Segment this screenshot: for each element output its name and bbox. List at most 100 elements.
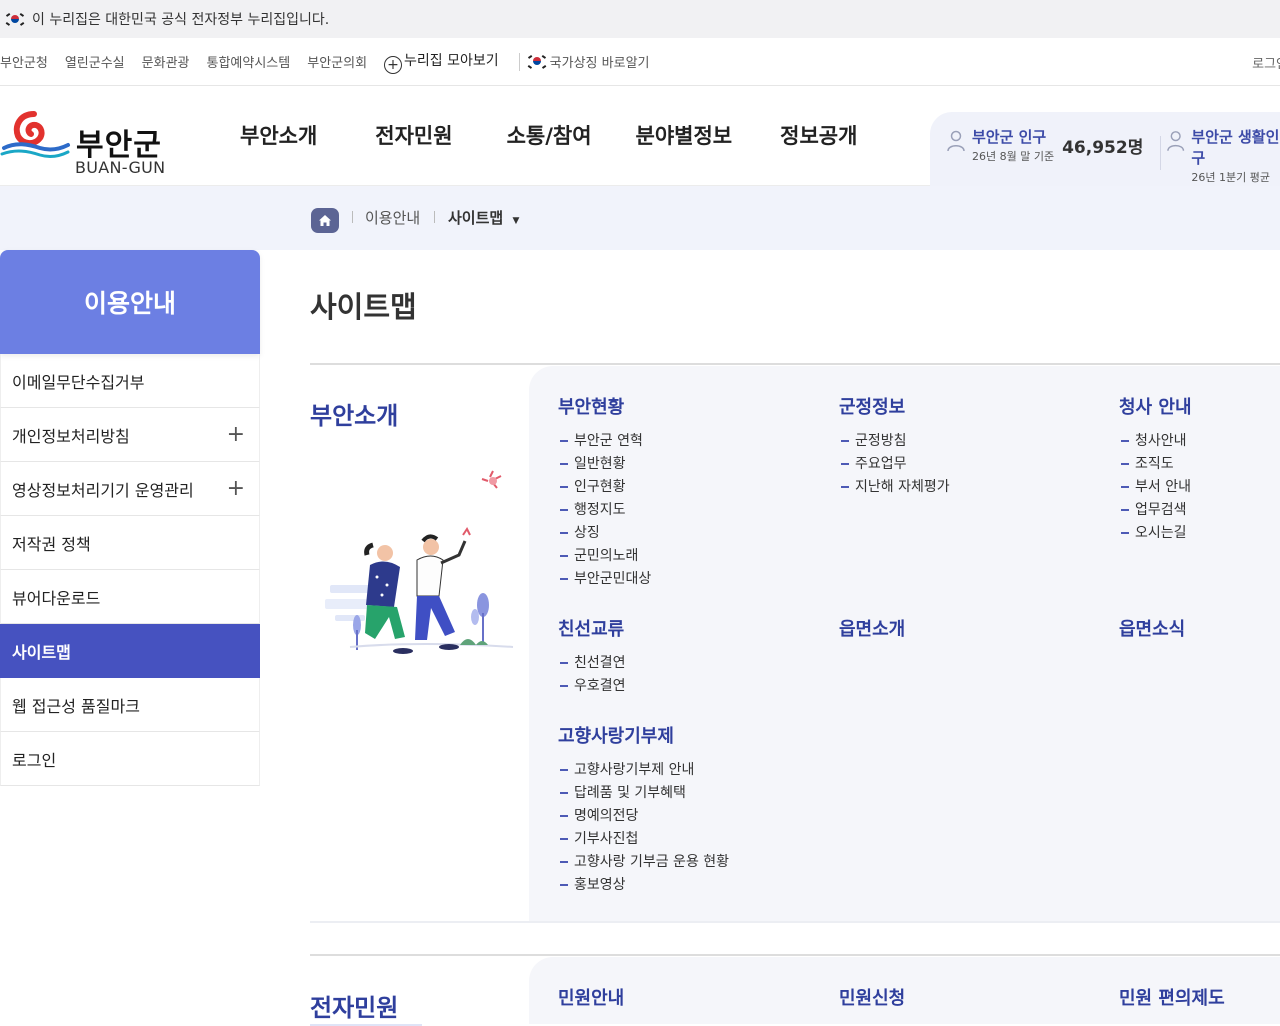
sidebar-item-viewer-download[interactable]: 뷰어다운로드 <box>0 570 260 624</box>
list-item[interactable]: 인구현황 <box>560 474 651 497</box>
list-item[interactable]: 부안군 연혁 <box>560 428 651 451</box>
list-item[interactable]: 부안군민대상 <box>560 566 651 589</box>
list-item[interactable]: 명예의전당 <box>560 803 729 826</box>
group-title-town-news[interactable]: 읍면소식 <box>1119 615 1185 641</box>
dash-bullet-icon <box>560 509 568 511</box>
util-link-reservation[interactable]: 통합예약시스템 <box>207 52 291 71</box>
dash-bullet-icon <box>560 685 568 687</box>
home-button[interactable] <box>311 208 339 233</box>
nuri-collection-label: 누리집 모아보기 <box>404 52 499 69</box>
section-label-text: 전자민원 <box>310 994 399 1022</box>
dash-bullet-icon <box>1121 463 1129 465</box>
dash-bullet-icon <box>560 486 568 488</box>
group-title-friendship[interactable]: 친선교류 <box>558 615 624 641</box>
divider <box>434 211 435 223</box>
list-item[interactable]: 상징 <box>560 520 651 543</box>
dash-bullet-icon <box>560 662 568 664</box>
list-item[interactable]: 업무검색 <box>1121 497 1191 520</box>
person-icon <box>947 130 965 152</box>
sidebar-item-privacy-policy[interactable]: 개인정보처리방침 + <box>0 408 260 462</box>
login-link[interactable]: 로그인 <box>1252 53 1280 72</box>
caret-down-icon: ▼ <box>512 216 520 226</box>
dash-bullet-icon <box>841 463 849 465</box>
group-title-county-info[interactable]: 군정정보 <box>839 393 905 419</box>
korea-flag-icon <box>527 54 546 69</box>
sidebar-item-label: 뷰어다운로드 <box>12 588 101 608</box>
breadcrumb-usage-guide[interactable]: 이용안내 <box>365 207 420 228</box>
sidebar-item-email-refusal[interactable]: 이메일무단수집거부 <box>0 354 260 408</box>
dash-bullet-icon <box>560 815 568 817</box>
list-item-label: 부안군민대상 <box>574 570 652 587</box>
breadcrumb-band <box>0 186 1280 250</box>
nav-participation[interactable]: 소통/참여 <box>507 120 592 150</box>
dash-bullet-icon <box>1121 509 1129 511</box>
util-link-tourism[interactable]: 문화관광 <box>142 52 190 71</box>
list-item-label: 청사안내 <box>1135 432 1187 449</box>
sidebar-item-label: 사이트맵 <box>12 642 71 662</box>
list-item[interactable]: 일반현황 <box>560 451 651 474</box>
list-item[interactable]: 우호결연 <box>560 673 626 696</box>
list-item[interactable]: 행정지도 <box>560 497 651 520</box>
group-list-buan-status: 부안군 연혁 일반현황 인구현황 행정지도 상징 군민의노래 부안군민대상 <box>560 428 651 589</box>
population-value: 46,952명 <box>1062 138 1144 158</box>
list-item-label: 고향사랑 기부금 운용 현황 <box>574 853 730 870</box>
sidebar-item-login[interactable]: 로그인 <box>0 732 260 786</box>
list-item-label: 기부사진첩 <box>574 830 639 847</box>
list-item-label: 고향사랑기부제 안내 <box>574 761 695 778</box>
group-title-civil-apply[interactable]: 민원신청 <box>839 984 905 1010</box>
list-item[interactable]: 조직도 <box>1121 451 1191 474</box>
dash-bullet-icon <box>560 463 568 465</box>
util-link-buan-office[interactable]: 부안군청 <box>0 52 48 71</box>
list-item[interactable]: 기부사진첩 <box>560 826 729 849</box>
list-item-label: 군정방침 <box>855 432 907 449</box>
group-list-office-guide: 청사안내 조직도 부서 안내 업무검색 오시는길 <box>1121 428 1191 543</box>
breadcrumb-current[interactable]: 사이트맵 ▼ <box>448 207 519 228</box>
list-item[interactable]: 친선결연 <box>560 650 626 673</box>
expand-plus-icon[interactable]: + <box>227 476 245 501</box>
list-item-label: 상징 <box>574 524 600 541</box>
list-item[interactable]: 오시는길 <box>1121 520 1191 543</box>
nav-e-civil[interactable]: 전자민원 <box>375 120 452 150</box>
list-item[interactable]: 고향사랑 기부금 운용 현황 <box>560 849 729 872</box>
list-item[interactable]: 지난해 자체평가 <box>841 474 950 497</box>
list-item[interactable]: 군민의노래 <box>560 543 651 566</box>
group-title-hometown-donation[interactable]: 고향사랑기부제 <box>558 722 674 748</box>
buan-logo[interactable]: 부안군 BUAN-GUN <box>0 104 170 177</box>
nav-info-disclosure[interactable]: 정보공개 <box>780 120 857 150</box>
list-item-label: 인구현황 <box>574 478 626 495</box>
dash-bullet-icon <box>841 440 849 442</box>
nav-field-info[interactable]: 분야별정보 <box>636 120 733 150</box>
list-item[interactable]: 답례품 및 기부혜택 <box>560 780 729 803</box>
list-item[interactable]: 청사안내 <box>1121 428 1191 451</box>
list-item[interactable]: 고향사랑기부제 안내 <box>560 757 729 780</box>
group-title-civil-guide[interactable]: 민원안내 <box>558 984 624 1010</box>
sidebar-item-accessibility-mark[interactable]: 웹 접근성 품질마크 <box>0 678 260 732</box>
list-item[interactable]: 군정방침 <box>841 428 950 451</box>
list-item-label: 주요업무 <box>855 455 907 472</box>
dash-bullet-icon <box>560 578 568 580</box>
list-item[interactable]: 주요업무 <box>841 451 950 474</box>
stats-panel: 부안군 인구 26년 8월 말 기준 46,952명 부안군 생활인구 26년 … <box>930 112 1280 186</box>
sidebar-item-copyright[interactable]: 저작권 정책 <box>0 516 260 570</box>
list-item-label: 부서 안내 <box>1135 478 1191 495</box>
util-link-council[interactable]: 부안군의회 <box>307 52 367 71</box>
list-item[interactable]: 부서 안내 <box>1121 474 1191 497</box>
living-population-basis: 26년 1분기 평균 <box>1191 171 1270 184</box>
group-title-civil-convenience[interactable]: 민원 편의제도 <box>1119 984 1225 1010</box>
gov-banner: 이 누리집은 대한민국 공식 전자정부 누리집입니다. <box>0 0 1280 38</box>
group-title-office-guide[interactable]: 청사 안내 <box>1119 393 1192 419</box>
nav-about-buan[interactable]: 부안소개 <box>240 120 317 150</box>
list-item-label: 친선결연 <box>574 654 626 671</box>
nuri-collection-button[interactable]: + 누리집 모아보기 <box>384 50 499 74</box>
korea-flag-icon <box>5 12 25 26</box>
group-title-buan-status[interactable]: 부안현황 <box>558 393 624 419</box>
expand-plus-icon[interactable]: + <box>227 422 245 447</box>
util-link-mayor[interactable]: 열린군수실 <box>65 52 125 71</box>
national-symbol-link[interactable]: 국가상징 바로알기 <box>527 52 649 71</box>
divider <box>518 52 520 71</box>
sidebar-item-cctv-management[interactable]: 영상정보처리기기 운영관리 + <box>0 462 260 516</box>
sidebar-item-sitemap[interactable]: 사이트맵 <box>0 624 260 678</box>
page-title: 사이트맵 <box>310 290 417 324</box>
group-title-town-intro[interactable]: 읍면소개 <box>839 615 905 641</box>
list-item[interactable]: 홍보영상 <box>560 872 729 895</box>
